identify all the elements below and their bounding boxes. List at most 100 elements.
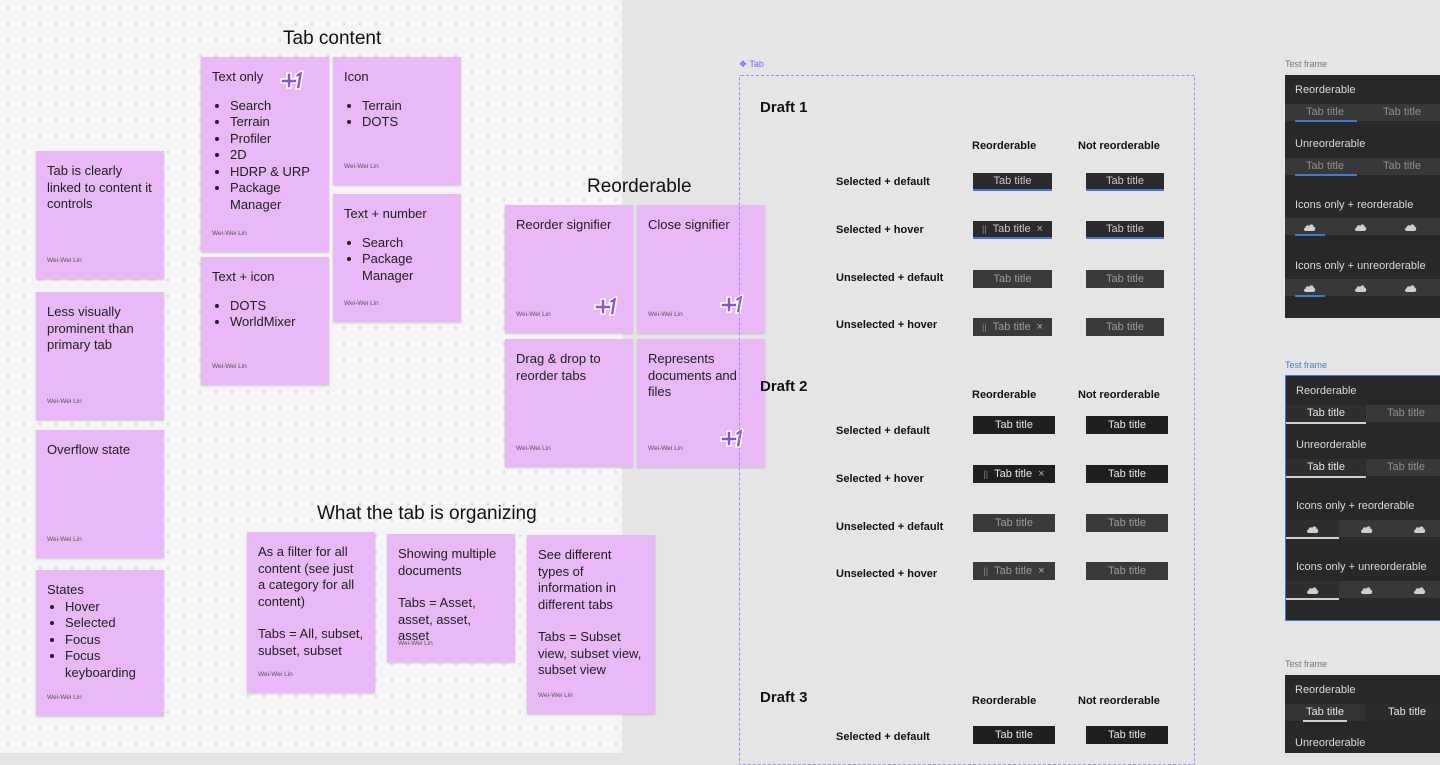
tab-item[interactable]: Tab title: [1362, 104, 1440, 120]
tab-selected-hover[interactable]: Tab title: [1086, 465, 1168, 483]
tab-unselected-default[interactable]: Tab title: [1086, 270, 1164, 288]
sticky-list: Search Terrain Profiler 2D HDRP & URP Pa…: [212, 98, 318, 214]
tab-selected-default[interactable]: Tab title: [1086, 726, 1168, 744]
sticky-note[interactable]: Drag & drop to reorder tabs Wei-Wei Lin: [505, 339, 633, 467]
tab-item[interactable]: Tab title: [1285, 704, 1365, 720]
panel-label: Icons only + unreorderable: [1296, 561, 1427, 573]
list-item: Selected: [65, 615, 153, 632]
tab-unselected-default[interactable]: Tab title: [973, 270, 1052, 288]
tab-item[interactable]: Tab title: [1286, 405, 1366, 421]
cloud-icon[interactable]: [1360, 525, 1373, 533]
component-frame-label[interactable]: ❖ Tab: [739, 59, 764, 70]
tab-selected-hover[interactable]: || Tab title ×: [973, 221, 1052, 239]
tab-title: Tab title: [992, 223, 1031, 235]
draft-title: Draft 2: [760, 378, 808, 395]
panel-label: Unreorderable: [1296, 439, 1367, 451]
tab-item[interactable]: Tab title: [1285, 104, 1365, 120]
sticky-note[interactable]: Reorder signifier Wei-Wei Lin: [505, 205, 633, 333]
close-icon[interactable]: ×: [1038, 468, 1044, 480]
cloud-icon[interactable]: [1354, 223, 1367, 231]
sticky-note[interactable]: Less visually prominent than primary tab…: [36, 292, 164, 420]
cloud-icon[interactable]: [1404, 223, 1417, 231]
tab-item[interactable]: Tab title: [1286, 459, 1366, 475]
sticky-note[interactable]: Tab is clearly linked to content it cont…: [36, 151, 164, 279]
list-item: Profiler: [230, 131, 318, 148]
tab-selected-default[interactable]: Tab title: [973, 726, 1055, 744]
sticky-note[interactable]: Icon Terrain DOTS Wei-Wei Lin: [333, 57, 461, 185]
sticky-note[interactable]: See different types of information in di…: [527, 535, 655, 714]
test-frame[interactable]: Reorderable Tab title Tab title Unreorde…: [1285, 675, 1440, 753]
sticky-note[interactable]: States Hover Selected Focus Focus keyboa…: [36, 570, 164, 716]
panel-label: Icons only + reorderable: [1296, 500, 1415, 512]
column-header-reorderable: Reorderable: [972, 140, 1037, 152]
test-frame-label[interactable]: Test frame: [1285, 659, 1327, 669]
tab-indicator: [1295, 295, 1325, 297]
sticky-note[interactable]: Showing multiple documents Tabs = Asset,…: [387, 534, 515, 662]
tab-title: Tab title: [993, 175, 1032, 187]
tab-selected-hover[interactable]: || Tab title ×: [973, 465, 1055, 483]
tab-item[interactable]: Tab title: [1362, 158, 1440, 174]
list-item: Focus keyboarding: [65, 648, 153, 681]
test-frame-label[interactable]: Test frame: [1285, 360, 1327, 370]
column-header-not-reorderable: Not reorderable: [1078, 695, 1160, 707]
list-item: DOTS: [230, 298, 318, 315]
tab-title: Tab title: [994, 565, 1033, 577]
sticky-title: States: [47, 582, 84, 597]
close-icon[interactable]: ×: [1038, 565, 1044, 577]
cloud-icon[interactable]: [1413, 525, 1426, 533]
tab-unselected-hover[interactable]: Tab title: [1086, 562, 1168, 580]
drag-handle-icon[interactable]: ||: [983, 566, 988, 576]
tab-item[interactable]: Tab title: [1366, 459, 1440, 475]
tab-unselected-hover[interactable]: Tab title: [1086, 318, 1164, 336]
sticky-note[interactable]: Text + icon DOTS WorldMixer Wei-Wei Lin: [201, 257, 329, 385]
column-header-reorderable: Reorderable: [972, 389, 1037, 401]
cloud-icon[interactable]: [1303, 284, 1316, 292]
test-frame-label[interactable]: Test frame: [1285, 59, 1327, 69]
tab-selected-hover[interactable]: Tab title: [1086, 221, 1164, 239]
cloud-icon[interactable]: [1306, 586, 1319, 594]
drag-handle-icon[interactable]: ||: [983, 469, 988, 479]
sticky-author: Wei-Wei Lin: [648, 310, 683, 318]
sticky-text: Less visually prominent than primary tab: [47, 304, 134, 352]
cloud-icon[interactable]: [1303, 223, 1316, 231]
cloud-icon[interactable]: [1354, 284, 1367, 292]
tab-item[interactable]: Tab title: [1367, 704, 1440, 720]
tab-item[interactable]: Tab title: [1366, 405, 1440, 421]
sticky-note[interactable]: As a filter for all content (see just a …: [247, 532, 375, 693]
panel-label: Icons only + unreorderable: [1295, 260, 1426, 272]
tab-indicator: [1286, 422, 1366, 424]
tab-title: Tab title: [1108, 565, 1146, 577]
close-icon[interactable]: ×: [1037, 321, 1043, 333]
cloud-icon[interactable]: [1413, 586, 1426, 594]
tab-selected-default[interactable]: Tab title: [973, 173, 1052, 191]
test-frame[interactable]: Reorderable Tab title Tab title Unreorde…: [1285, 75, 1440, 318]
sticky-note[interactable]: Text + number Search Package Manager Wei…: [333, 194, 461, 322]
row-label: Unselected + hover: [836, 319, 938, 331]
cloud-icon[interactable]: [1360, 586, 1373, 594]
tab-unselected-hover[interactable]: || Tab title ×: [973, 562, 1055, 580]
tab-title: Tab title: [1106, 175, 1144, 187]
tab-selected-default[interactable]: Tab title: [973, 416, 1055, 434]
sticky-note[interactable]: Overflow state Wei-Wei Lin: [36, 430, 164, 558]
sticky-author: Wei-Wei Lin: [47, 693, 82, 701]
cloud-icon[interactable]: [1404, 284, 1417, 292]
test-frame-selected[interactable]: Reorderable Tab title Tab title Unreorde…: [1285, 375, 1440, 621]
drag-handle-icon[interactable]: ||: [982, 224, 987, 234]
sticky-author: Wei-Wei Lin: [258, 670, 293, 678]
tab-selected-default[interactable]: Tab title: [1086, 173, 1164, 191]
tab-unselected-hover[interactable]: || Tab title ×: [973, 318, 1052, 336]
list-item: HDRP & URP: [230, 164, 318, 181]
tab-selected-default[interactable]: Tab title: [1086, 416, 1168, 434]
sticky-text: Overflow state: [47, 442, 131, 457]
sticky-list: Search Package Manager: [344, 235, 450, 285]
close-icon[interactable]: ×: [1037, 223, 1043, 235]
column-header-not-reorderable: Not reorderable: [1078, 389, 1160, 401]
tab-unselected-default[interactable]: Tab title: [1086, 514, 1168, 532]
sticky-note[interactable]: Text only Search Terrain Profiler 2D HDR…: [201, 57, 329, 252]
tab-unselected-default[interactable]: Tab title: [973, 514, 1055, 532]
cloud-icon[interactable]: [1306, 525, 1319, 533]
row-label: Selected + hover: [836, 473, 924, 485]
list-item: Search: [230, 98, 318, 115]
tab-item[interactable]: Tab title: [1285, 158, 1365, 174]
drag-handle-icon[interactable]: ||: [982, 322, 987, 332]
